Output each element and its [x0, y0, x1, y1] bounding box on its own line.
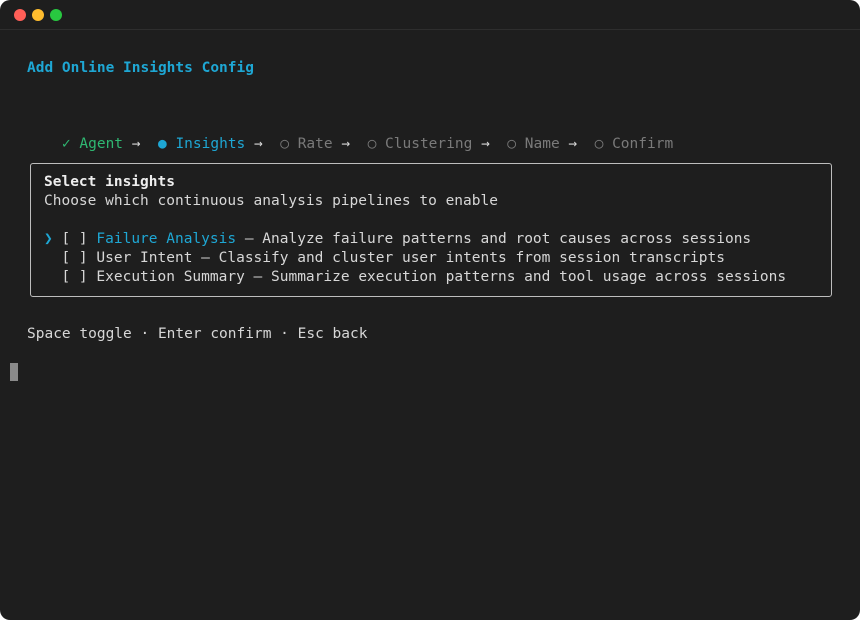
option-dash: — — [201, 250, 210, 266]
step-label: Clustering — [385, 136, 473, 152]
arrow-right-icon: → — [481, 136, 490, 152]
arrow-right-icon: → — [131, 136, 141, 152]
step-label: Name — [524, 136, 560, 152]
arrow-right-icon: → — [341, 136, 351, 152]
step-label: Confirm — [612, 136, 674, 152]
checkbox[interactable]: [ ] — [61, 269, 87, 285]
option-description: Summarize execution patterns and tool us… — [271, 269, 787, 285]
option-description: Classify and cluster user intents from s… — [218, 250, 725, 266]
panel-subtitle: Choose which continuous analysis pipelin… — [44, 193, 498, 209]
step-agent: ✓ Agent — [62, 136, 123, 152]
empty-circle-icon: ○ — [594, 136, 604, 152]
option-dash: — — [244, 231, 254, 247]
step-insights: ● Insights — [158, 136, 245, 152]
step-label: Rate — [297, 136, 333, 152]
filled-circle-icon: ● — [157, 136, 167, 152]
title-bar — [0, 0, 860, 30]
empty-circle-icon: ○ — [280, 136, 289, 152]
arrow-right-icon: → — [254, 136, 263, 152]
page-title: Add Online Insights Config — [27, 60, 254, 76]
option-failure-analysis[interactable]: ❯ [ ] Failure Analysis — Analyze failure… — [44, 230, 751, 249]
checkbox[interactable]: [ ] — [61, 231, 87, 247]
step-label: Agent — [79, 136, 124, 152]
option-user-intent[interactable]: [ ] User Intent — Classify and cluster u… — [44, 249, 725, 268]
step-rate: ○ Rate — [280, 136, 332, 152]
option-name: User Intent — [96, 250, 193, 266]
keyboard-hint: Space toggle · Enter confirm · Esc back — [27, 326, 368, 342]
option-dash: — — [253, 269, 263, 285]
terminal-window: Add Online Insights Config ✓ Agent → ● I… — [0, 0, 860, 620]
step-clustering: ○ Clustering — [368, 136, 473, 152]
terminal-cursor — [10, 363, 18, 381]
empty-circle-icon: ○ — [367, 136, 377, 152]
panel-title: Select insights — [44, 174, 175, 190]
option-description: Analyze failure patterns and root causes… — [262, 231, 752, 247]
insights-panel: Select insights Choose which continuous … — [30, 163, 832, 297]
step-confirm: ○ Confirm — [595, 136, 674, 152]
pointer-icon: ❯ — [44, 231, 53, 247]
close-window-button[interactable] — [14, 9, 26, 21]
arrow-right-icon: → — [568, 136, 578, 152]
minimize-window-button[interactable] — [32, 9, 44, 21]
step-label: Insights — [175, 136, 246, 152]
option-name: Execution Summary — [96, 269, 245, 285]
empty-circle-icon: ○ — [507, 136, 517, 152]
option-execution-summary[interactable]: [ ] Execution Summary — Summarize execut… — [44, 268, 786, 287]
checkbox[interactable]: [ ] — [61, 250, 87, 266]
option-name: Failure Analysis — [96, 231, 237, 247]
check-icon: ✓ — [61, 136, 71, 152]
step-name: ○ Name — [507, 136, 559, 152]
zoom-window-button[interactable] — [50, 9, 62, 21]
